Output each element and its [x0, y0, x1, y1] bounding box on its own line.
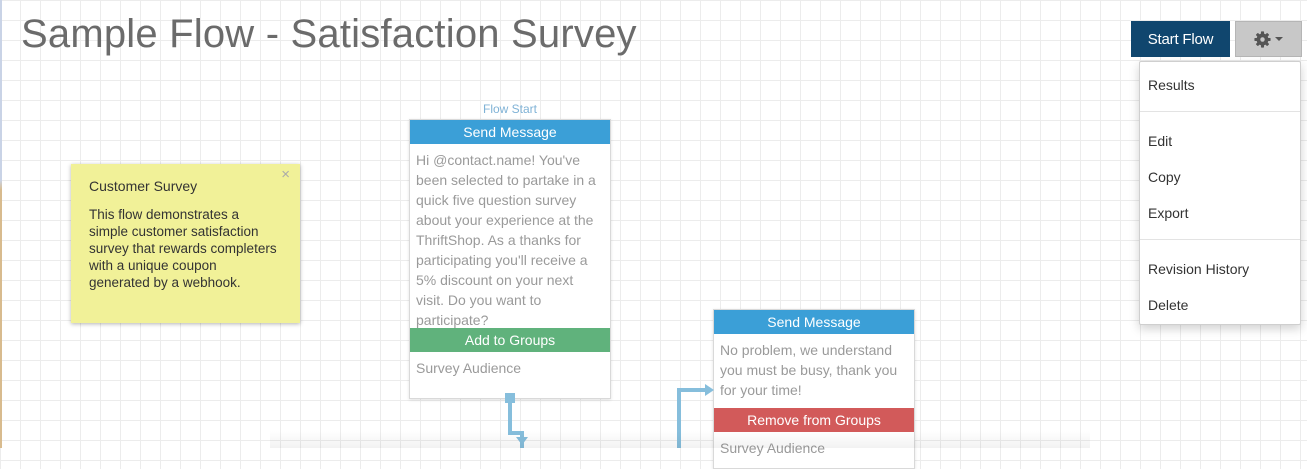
canvas-shadow	[270, 431, 1090, 448]
connector-arrow	[705, 384, 714, 396]
connector-lines	[505, 384, 714, 448]
exit-handle[interactable]	[505, 393, 515, 403]
